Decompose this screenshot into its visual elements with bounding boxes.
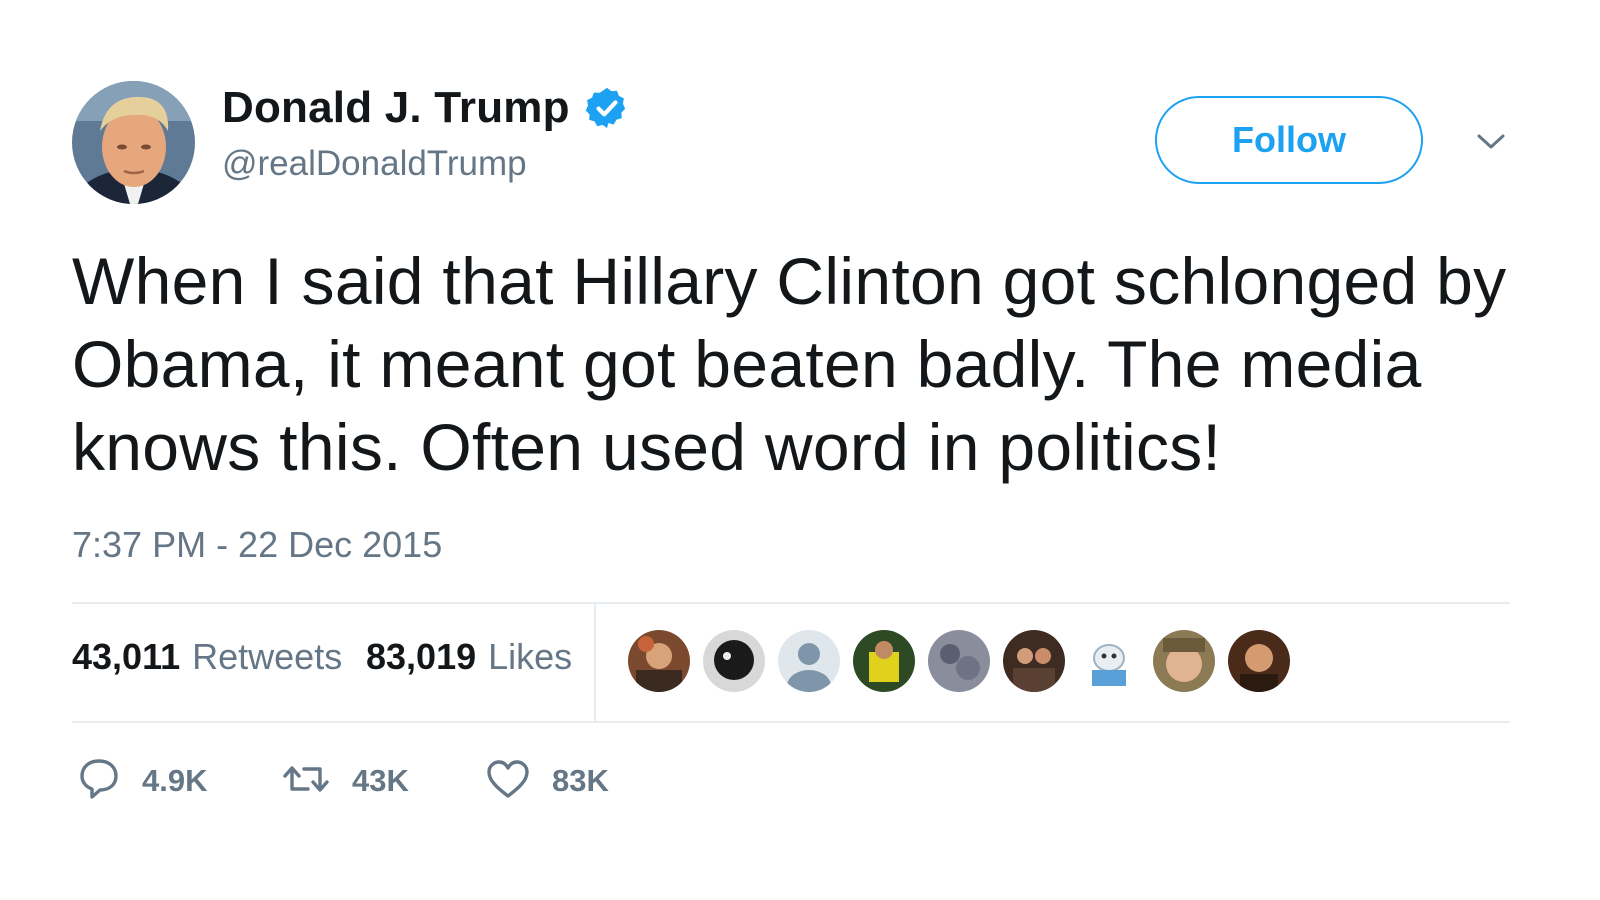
like-count: 83K	[552, 763, 609, 798]
retweet-count: 43K	[352, 763, 409, 798]
heart-icon	[486, 759, 530, 804]
like-button[interactable]: 83K	[486, 758, 609, 804]
user-info[interactable]: Donald J. Trump @realDonaldTrump	[222, 82, 630, 184]
tweet-timestamp[interactable]: 7:37 PM - 22 Dec 2015	[72, 524, 442, 566]
liker-avatar[interactable]	[1226, 628, 1292, 694]
tweet-text: When I said that Hillary Clinton got sch…	[72, 244, 1507, 484]
liker-avatar[interactable]	[1151, 628, 1217, 694]
reply-icon	[78, 757, 120, 806]
follow-button[interactable]: Follow	[1155, 96, 1423, 184]
liker-avatar[interactable]	[851, 628, 917, 694]
tweet-card: Donald J. Trump @realDonaldTrump Follow …	[0, 0, 1600, 900]
liker-avatar[interactable]	[926, 628, 992, 694]
reply-count: 4.9K	[142, 763, 208, 798]
retweets-stat[interactable]: 43,011 Retweets	[72, 636, 342, 678]
verified-badge-icon	[584, 85, 630, 131]
user-handle[interactable]: @realDonaldTrump	[222, 144, 630, 184]
likes-stat[interactable]: 83,019 Likes	[366, 636, 572, 678]
divider	[72, 602, 1510, 604]
stats-separator	[594, 604, 596, 721]
retweet-icon	[282, 759, 330, 804]
likes-label: Likes	[488, 636, 573, 677]
liker-avatar[interactable]	[701, 628, 767, 694]
divider	[72, 721, 1510, 723]
likes-count: 83,019	[366, 636, 477, 677]
retweets-count: 43,011	[72, 636, 181, 677]
liker-avatar[interactable]	[1076, 628, 1142, 694]
liker-avatar[interactable]	[626, 628, 692, 694]
retweet-button[interactable]: 43K	[282, 758, 409, 804]
chevron-down-icon[interactable]	[1474, 127, 1508, 155]
liker-avatar[interactable]	[776, 628, 842, 694]
display-name[interactable]: Donald J. Trump	[222, 83, 570, 133]
liker-avatar[interactable]	[1001, 628, 1067, 694]
retweets-label: Retweets	[192, 636, 343, 677]
liker-avatars	[626, 628, 1306, 694]
avatar[interactable]	[72, 81, 195, 204]
reply-button[interactable]: 4.9K	[78, 758, 207, 804]
